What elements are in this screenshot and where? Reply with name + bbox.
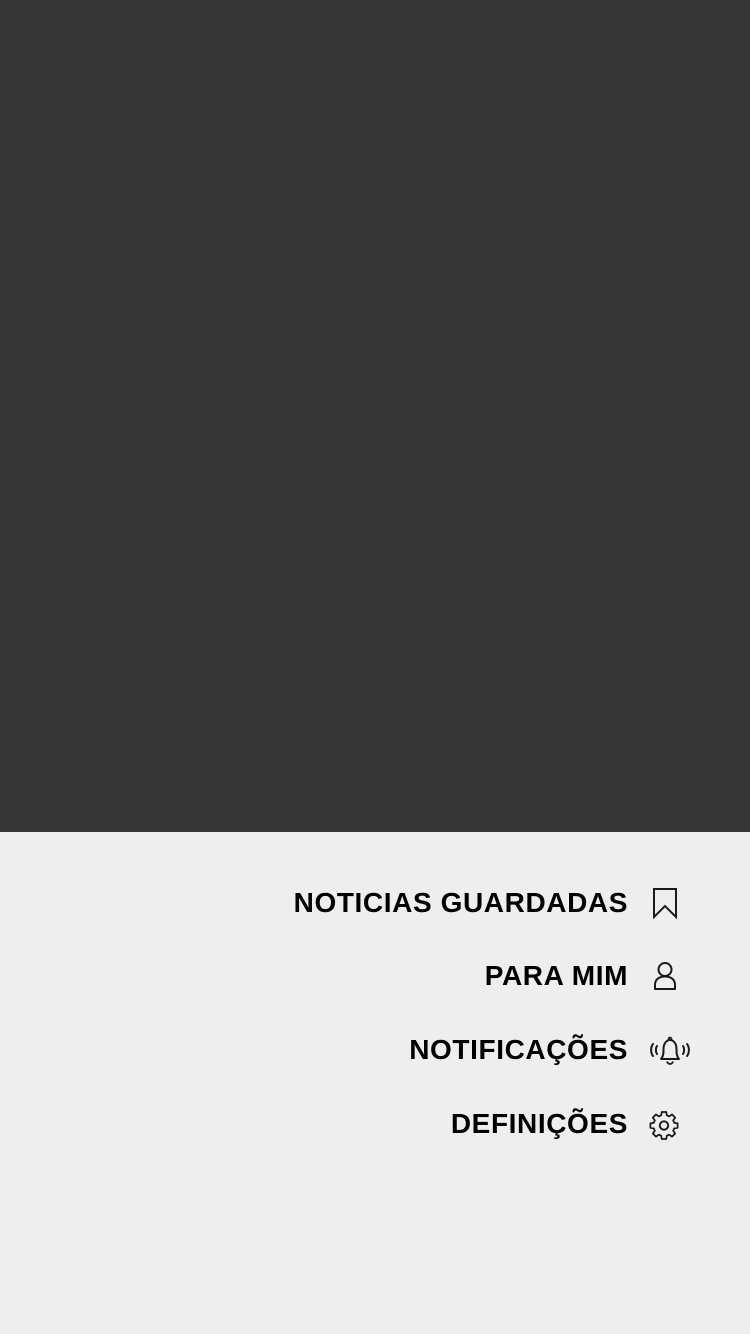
bookmark-icon (652, 887, 678, 919)
bell-ringing-icon (648, 1034, 692, 1066)
user-icon (652, 960, 678, 992)
gear-icon (648, 1108, 680, 1140)
menu-item-label: DEFINIÇÕES (450, 1108, 628, 1139)
dimmed-overlay[interactable] (0, 0, 750, 832)
menu-item-for-me[interactable]: PARA MIM (0, 946, 750, 1006)
menu-item-settings[interactable]: DEFINIÇÕES (0, 1094, 750, 1154)
menu-item-notifications[interactable]: NOTIFICAÇÕES (0, 1020, 750, 1080)
menu-item-label: NOTICIAS GUARDADAS (293, 887, 628, 918)
menu-item-label: PARA MIM (484, 960, 628, 991)
menu-item-saved-news[interactable]: NOTICIAS GUARDADAS (0, 873, 750, 933)
bottom-menu-sheet: NOTICIAS GUARDADAS PARA MIM NOTIFICAÇÕES (0, 832, 750, 1334)
menu-item-label: NOTIFICAÇÕES (409, 1034, 628, 1065)
